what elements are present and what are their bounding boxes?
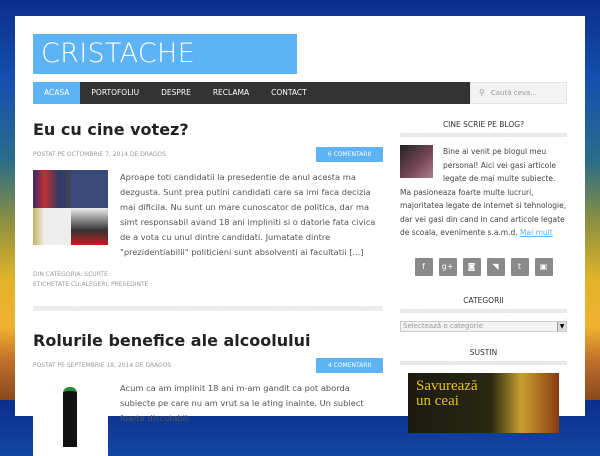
post-list: Eu cu cine votez? POSTAT PE OCTOMBRIE 7,… bbox=[33, 120, 383, 456]
post-thumbnail[interactable] bbox=[33, 170, 108, 245]
widget-title-about: CINE SCRIE PE BLOG? bbox=[442, 120, 525, 129]
post-title[interactable]: Rolurile benefice ale alcoolului bbox=[33, 331, 383, 350]
main-nav: ACASA PORTOFOLIU DESPRE RECLAMA CONTACT bbox=[33, 82, 470, 104]
twitter-icon[interactable]: t bbox=[510, 257, 529, 276]
rss-icon[interactable]: ◥ bbox=[486, 257, 505, 276]
facebook-icon[interactable]: f bbox=[414, 257, 433, 276]
nav-portofoliu[interactable]: PORTOFOLIU bbox=[80, 82, 150, 104]
post-meta: POSTAT PE SEPTEMBRIE 18, 2014 DE DRAGOS bbox=[33, 362, 172, 369]
nav-contact[interactable]: CONTACT bbox=[260, 82, 318, 104]
widget-divider bbox=[400, 360, 567, 365]
category-select-value: Selectează o categorie bbox=[403, 321, 483, 330]
widget-divider bbox=[400, 308, 567, 313]
chevron-down-icon: ▼ bbox=[557, 321, 566, 331]
search-placeholder: Caută ceva... bbox=[490, 89, 537, 97]
nav-reclama[interactable]: RECLAMA bbox=[202, 82, 260, 104]
post-category[interactable]: DIN CATEGORIA: SCURTE bbox=[33, 270, 383, 280]
post-title[interactable]: Eu cu cine votez? bbox=[33, 120, 383, 139]
google-plus-icon[interactable]: g+ bbox=[438, 257, 457, 276]
social-icons: f g+ ◙ ◥ t ▣ bbox=[400, 257, 567, 276]
site-logo[interactable]: CRISTACHE DRAGOS bbox=[33, 34, 297, 109]
instagram-icon[interactable]: ◙ bbox=[462, 257, 481, 276]
widget-title-categories: CATEGORII bbox=[463, 295, 504, 305]
post-meta: POSTAT PE OCTOMBRIE 7, 2014 DE DRAGOS bbox=[33, 151, 166, 158]
post: Rolurile benefice ale alcoolului POSTAT … bbox=[33, 331, 383, 456]
about-more-link[interactable]: Mai mult bbox=[520, 228, 553, 237]
post-excerpt: Aproape toti candidatii la presedentie d… bbox=[120, 172, 376, 257]
about-widget: Bine ai venit pe blogul meu personal! Ai… bbox=[400, 145, 567, 240]
widget-divider bbox=[400, 133, 567, 137]
post-tags[interactable]: ETICHETATE CU:ALEGERI, PRESEDINTE bbox=[33, 280, 383, 290]
author-avatar bbox=[400, 145, 433, 178]
page-panel: CRISTACHE DRAGOS ACASA PORTOFOLIU DESPRE… bbox=[15, 16, 585, 456]
ad-text: Savurează un ceai bbox=[416, 377, 478, 409]
search-icon: ⚲ bbox=[479, 88, 485, 97]
sidebar: CINE SCRIE PE BLOG? Bine ai venit pe blo… bbox=[400, 120, 567, 433]
youtube-icon[interactable]: ▣ bbox=[534, 257, 553, 276]
category-select[interactable]: Selectează o categorie ▼ bbox=[400, 320, 567, 332]
post-divider bbox=[33, 306, 383, 311]
nav-despre[interactable]: DESPRE bbox=[150, 82, 202, 104]
support-banner[interactable]: Savurează un ceai bbox=[408, 372, 559, 433]
post-thumbnail[interactable] bbox=[33, 381, 108, 456]
post: Eu cu cine votez? POSTAT PE OCTOMBRIE 7,… bbox=[33, 120, 383, 290]
nav-acasa[interactable]: ACASA bbox=[33, 82, 81, 104]
post-excerpt: Acum ca am implinit 18 ani m-am gandit c… bbox=[120, 383, 364, 423]
comments-button[interactable]: 6 COMENTARII bbox=[315, 147, 383, 162]
search-input[interactable]: ⚲ Caută ceva... bbox=[470, 82, 567, 104]
comments-button[interactable]: 4 COMENTARII bbox=[315, 358, 383, 373]
widget-title-support: SUSTIN bbox=[469, 347, 498, 357]
